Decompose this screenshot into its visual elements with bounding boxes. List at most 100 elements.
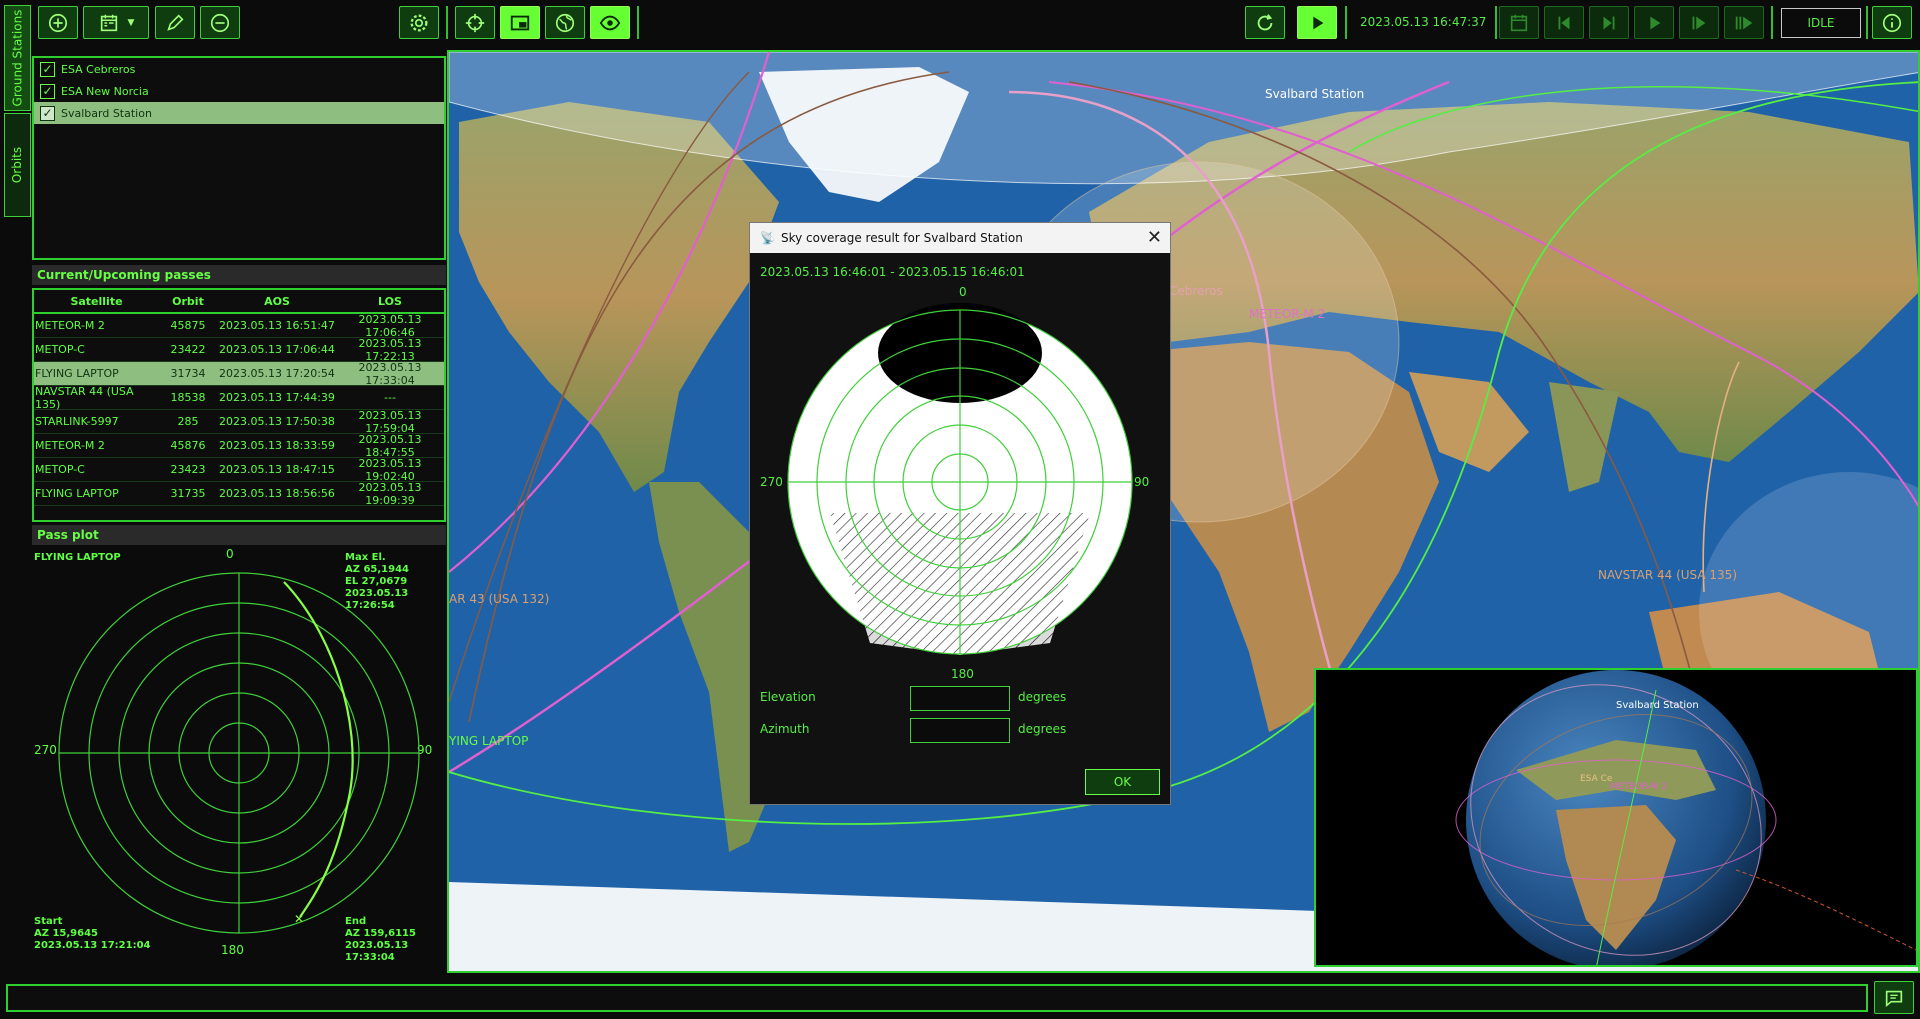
passes-title: Current/Upcoming passes [32, 265, 446, 285]
table-cell: 45875 [170, 319, 206, 332]
list-item[interactable]: ✓ Svalbard Station [34, 102, 444, 124]
toolbar-separator [446, 6, 448, 39]
checkbox[interactable]: ✓ [40, 61, 55, 77]
map-label: Cebreros [1169, 284, 1223, 298]
pass-track [283, 581, 354, 918]
settings-button[interactable] [399, 6, 439, 39]
table-row[interactable]: METEOR-M 2 45876 2023.05.13 18:33:59 2023.0… [34, 432, 444, 459]
calendar-dropdown-button[interactable]: ▼ [83, 6, 149, 39]
table-cell: 2023.05.13 19:09:39 [358, 480, 422, 507]
table-cell: 2023.05.13 18:33:59 [219, 439, 335, 452]
skip-back-icon [1558, 16, 1570, 29]
table-cell: FLYING LAPTOP [35, 487, 119, 500]
ok-button[interactable]: OK [1085, 769, 1160, 795]
message-bar[interactable] [6, 984, 1868, 1012]
table-cell: 285 [177, 415, 199, 428]
fast-forward-icon [1692, 16, 1706, 29]
edit-button[interactable] [155, 6, 195, 39]
table-cell: 2023.05.13 18:47:15 [219, 463, 335, 476]
table-cell: 2023.05.13 19:02:40 [358, 456, 422, 483]
fastest-forward-icon [1735, 16, 1753, 29]
table-cell: 2023.05.13 18:47:55 [358, 432, 422, 459]
mini-globe-view[interactable]: Svalbard Station ESA Ce METEOR-M 2 [1314, 668, 1918, 967]
table-cell: 23422 [170, 343, 206, 356]
table-cell: --- [384, 391, 396, 404]
map-label: METEOR-M 2 [1249, 307, 1326, 321]
current-datetime: 2023.05.13 16:47:37 [1360, 15, 1487, 29]
add-icon [48, 13, 68, 32]
calendar-icon [100, 14, 117, 31]
play-button[interactable] [1297, 6, 1337, 39]
table-cell: METOP-C [35, 343, 85, 356]
list-item[interactable]: ✓ ESA Cebreros [34, 58, 444, 80]
map-label: YING LAPTOP [449, 734, 529, 748]
sky-coverage-dialog: 📡 Sky coverage result for Svalbard Stati… [749, 222, 1171, 805]
table-row[interactable]: FLYING LAPTOP 31734 2023.05.13 17:20:54 202… [34, 360, 444, 387]
table-row[interactable]: STARLINK-5997 285 2023.05.13 17:50:38 2023.… [34, 409, 444, 435]
table-cell: 23423 [170, 463, 206, 476]
elevation-label: Elevation [760, 690, 816, 704]
pass-end-marker: ✕ [294, 912, 304, 926]
map-label: NAVSTAR 44 (USA 135) [1598, 568, 1738, 582]
sidebar-tabs: Ground Stations Orbits [4, 5, 31, 217]
tab-orbits[interactable]: Orbits [4, 113, 31, 217]
picture-in-picture-icon [510, 15, 530, 30]
picture-in-picture-button[interactable] [500, 6, 540, 39]
fast-forward-button[interactable] [1679, 6, 1719, 39]
eye-icon [599, 15, 621, 30]
table-row[interactable]: METOP-C 23422 2023.05.13 17:06:44 2023.05.1… [34, 337, 444, 363]
play-icon [1650, 16, 1661, 29]
remove-icon [210, 13, 230, 32]
remove-button[interactable] [200, 6, 240, 39]
checkbox[interactable]: ✓ [40, 105, 55, 121]
mini-globe-label: Svalbard Station [1616, 700, 1699, 711]
elevation-input[interactable] [910, 686, 1010, 711]
toolbar-separator [1866, 6, 1868, 39]
table-row[interactable]: NAVSTAR 44 (USA 135) 18538 2023.05.13 17:4… [34, 385, 444, 411]
table-cell: 31735 [170, 487, 206, 500]
skip-to-start-button[interactable] [1544, 6, 1584, 39]
table-cell: 45876 [170, 439, 206, 452]
table-cell: METEOR-M 2 [35, 319, 105, 332]
table-cell: 2023.05.13 17:20:54 [219, 367, 335, 380]
mini-globe-label: ESA Ce [1580, 774, 1613, 784]
chevron-down-icon: ▼ [127, 17, 135, 28]
table-row[interactable]: METEOR-M 2 45875 2023.05.13 16:51:47 2023.0… [34, 313, 444, 339]
crosshair-button[interactable] [455, 6, 495, 39]
info-button[interactable] [1872, 6, 1912, 39]
table-row[interactable]: FLYING LAPTOP 31735 2023.05.13 18:56:56 202… [34, 480, 444, 507]
fastest-forward-button[interactable] [1724, 6, 1764, 39]
table-row[interactable]: METOP-C 23423 2023.05.13 18:47:15 2023.05.1… [34, 456, 444, 483]
play-sim-button[interactable] [1634, 6, 1674, 39]
globe-button[interactable] [545, 6, 585, 39]
visibility-button[interactable] [590, 6, 630, 39]
messages-button[interactable] [1874, 981, 1914, 1014]
table-cell: 18538 [170, 391, 206, 404]
table-cell: 2023.05.13 17:33:04 [358, 360, 422, 387]
refresh-icon [1257, 13, 1273, 30]
table-cell: 2023.05.13 18:56:56 [219, 487, 335, 500]
step-forward-icon [1603, 16, 1615, 29]
toolbar-separator [1495, 6, 1497, 39]
calendar-time-button[interactable] [1499, 6, 1539, 39]
table-cell: STARLINK-5997 [35, 415, 119, 428]
azimuth-label: Azimuth [760, 722, 810, 736]
add-button[interactable] [38, 6, 78, 39]
toolbar-separator [1345, 6, 1347, 39]
toolbar-separator [1771, 6, 1773, 39]
tab-ground-stations[interactable]: Ground Stations [4, 5, 31, 111]
mini-globe-canvas [1455, 670, 1916, 965]
edit-icon [167, 13, 184, 31]
refresh-button[interactable] [1245, 6, 1285, 39]
mini-globe-label: METEOR-M 2 [1610, 782, 1668, 792]
gear-icon [410, 14, 428, 31]
map-label: Svalbard Station [1265, 87, 1365, 101]
table-cell: 2023.05.13 16:51:47 [219, 319, 335, 332]
ground-station-list: ✓ ESA Cebreros ✓ ESA New Norcia ✓ Svalbard … [32, 56, 446, 260]
pass-plot: FLYING LAPTOP 0 90 180 270 Max El. AZ 65… [32, 542, 446, 963]
azimuth-input[interactable] [910, 718, 1010, 743]
list-item[interactable]: ✓ ESA New Norcia [34, 80, 444, 102]
info-icon [1882, 13, 1902, 32]
step-forward-button[interactable] [1589, 6, 1629, 39]
checkbox[interactable]: ✓ [40, 83, 55, 99]
